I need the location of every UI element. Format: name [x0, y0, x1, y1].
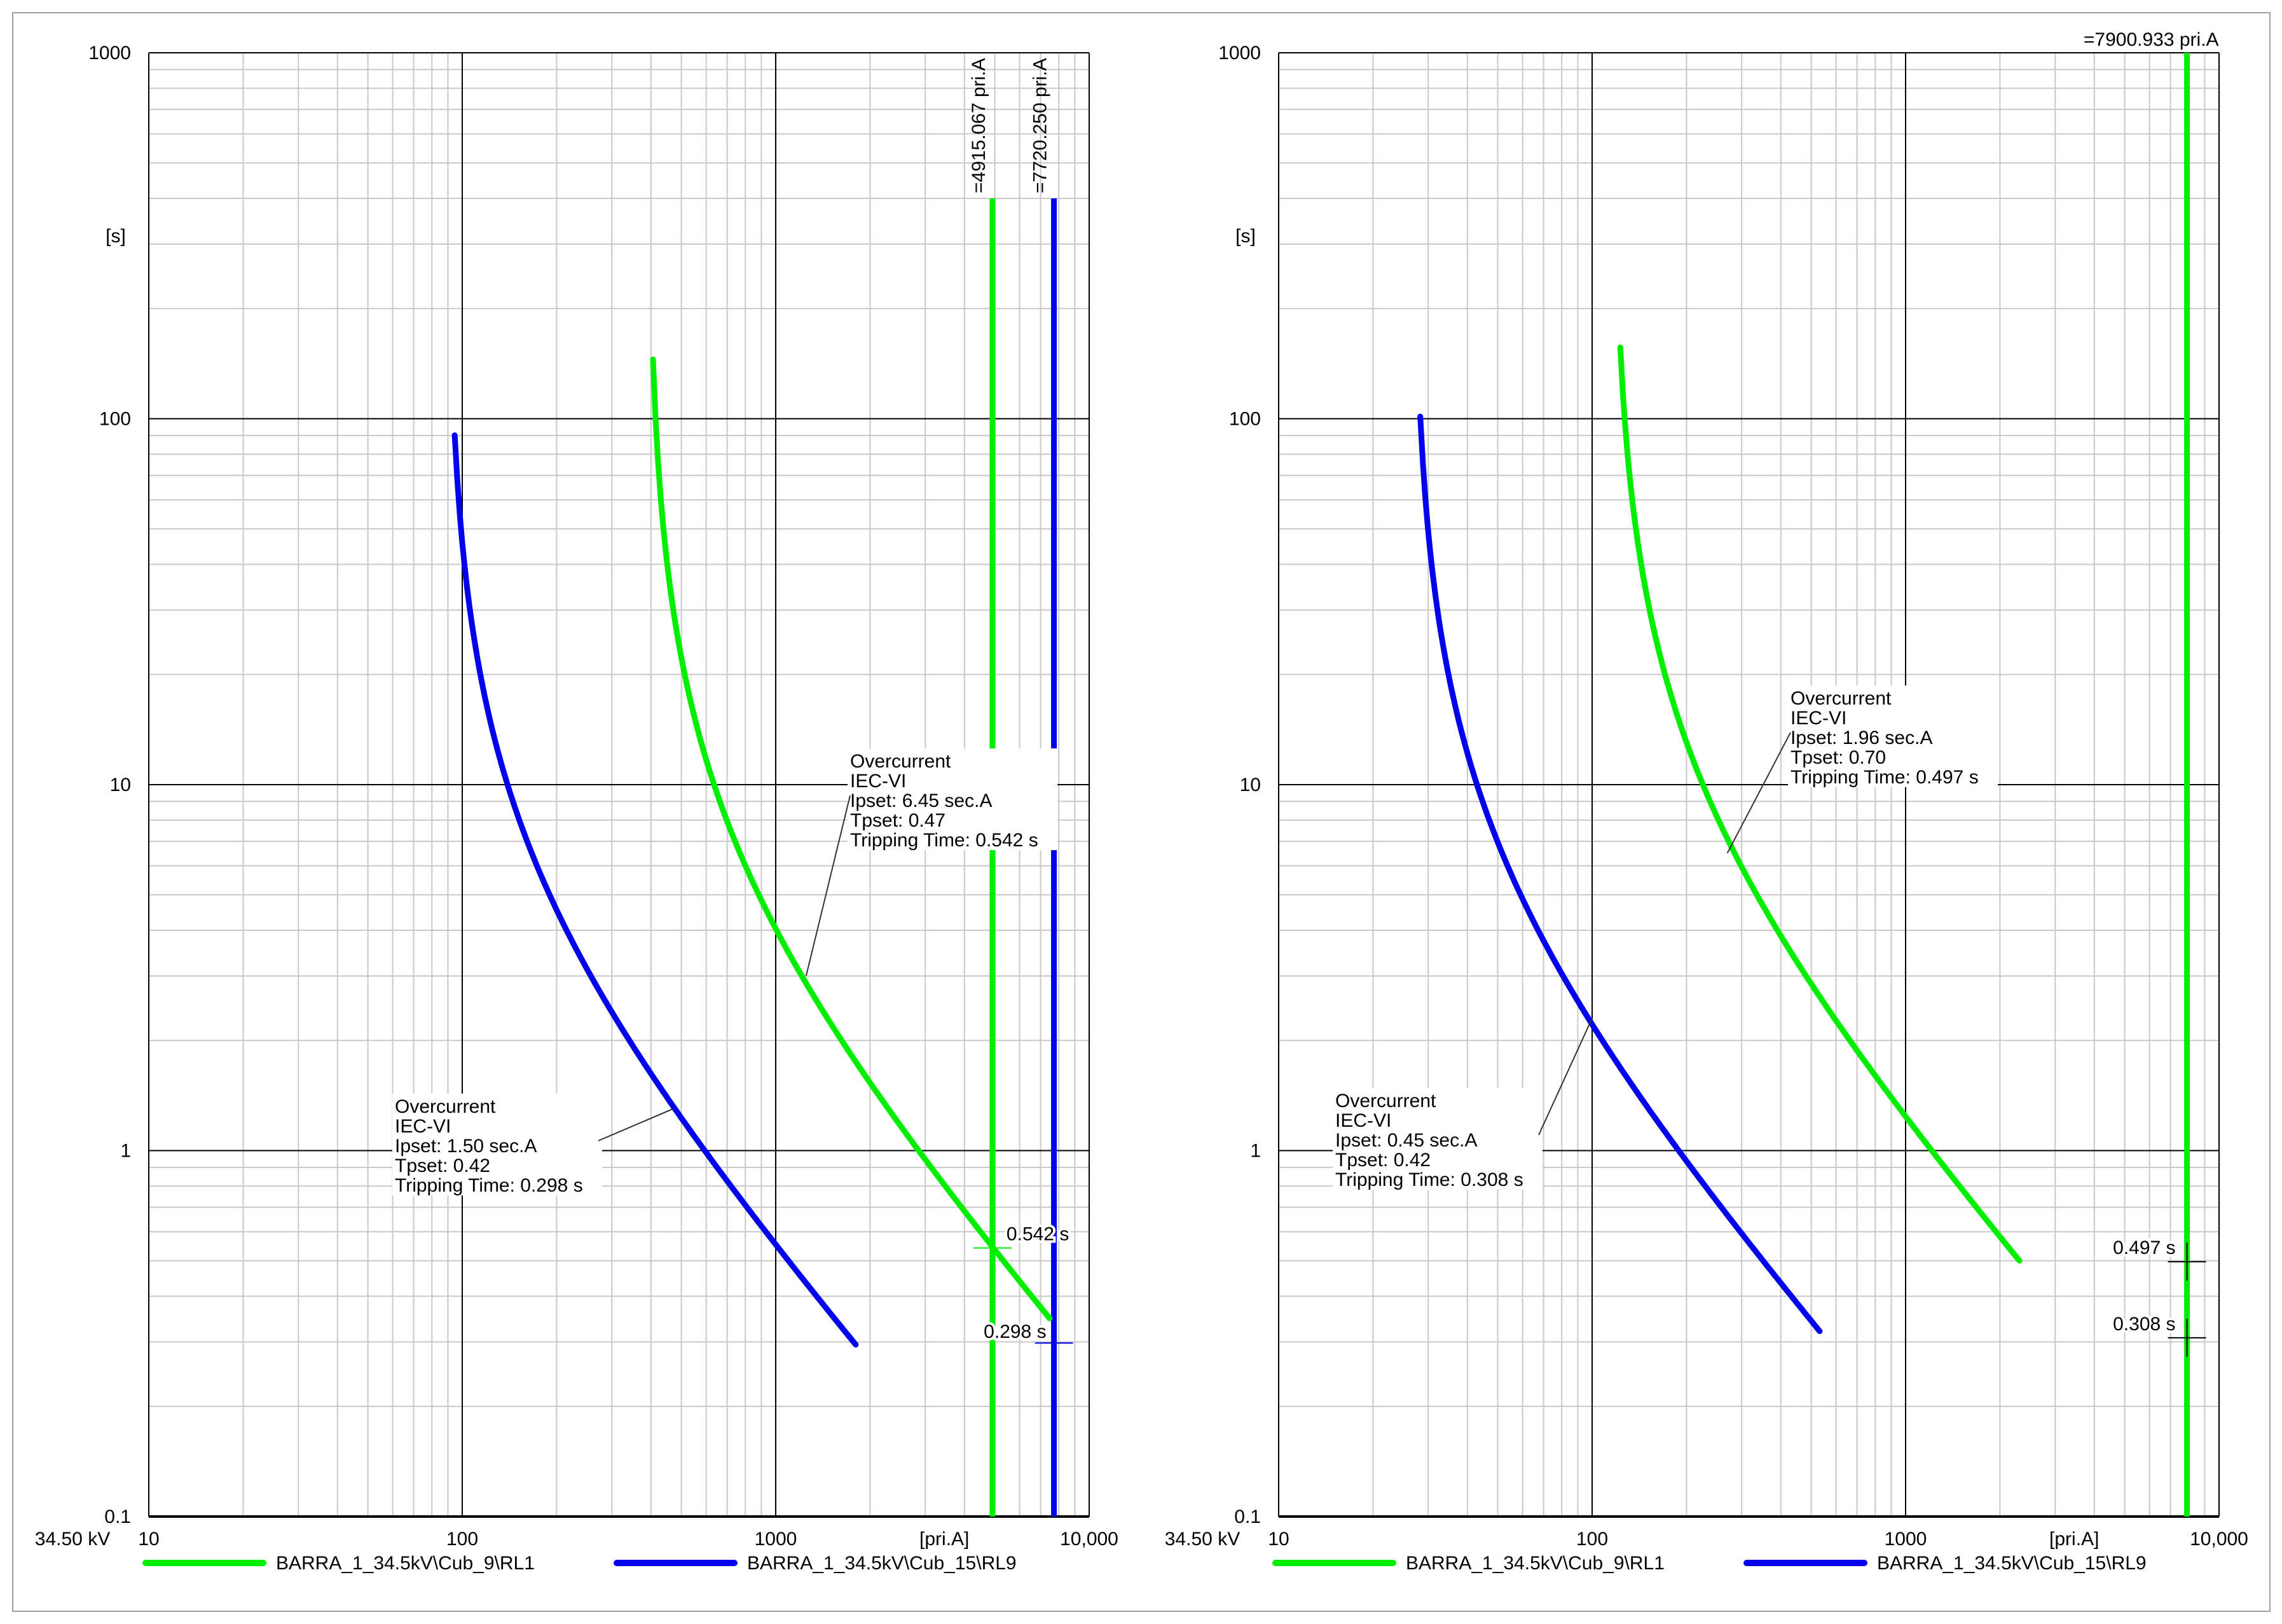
x-axis-label: [pri.A]	[919, 1529, 969, 1550]
legend-label: BARRA_1_34.5kV\Cub_15\RL9	[747, 1553, 1017, 1574]
y-tick-label: 0.1	[104, 1506, 131, 1527]
y-tick-label: 100	[99, 409, 131, 430]
annotation-text-line: Ipset: 6.45 sec.A	[850, 790, 992, 811]
annotation-text-line: Ipset: 0.45 sec.A	[1335, 1130, 1477, 1151]
x-axis-label: [pri.A]	[2049, 1529, 2099, 1550]
coordination-chart-canvas: 0.1 1 10 100 1000 10 100 1000 10,000 [s] [pri.A] 34…	[12, 12, 2271, 1612]
annotation-text-line: Overcurrent	[850, 751, 951, 772]
legend-label: BARRA_1_34.5kV\Cub_9\RL1	[276, 1553, 535, 1574]
x-tick-label: 10	[1268, 1529, 1289, 1550]
time-marker-label: 0.497 s	[2113, 1237, 2175, 1258]
annotation-text-line: Tripping Time: 0.497 s	[1791, 767, 1979, 788]
time-marker-label: 0.542 s	[1007, 1224, 1069, 1245]
annotation-text-line: Tpset: 0.70	[1791, 747, 1886, 768]
annotation-text-line: Tpset: 0.42	[1335, 1150, 1431, 1171]
annotation-text-line: Overcurrent	[1335, 1091, 1436, 1111]
y-tick-label: 1000	[1218, 43, 1261, 64]
x-tick-label: 10,000	[2190, 1529, 2248, 1550]
x-tick-label: 10,000	[1060, 1529, 1118, 1550]
annotation-text-line: Tripping Time: 0.542 s	[850, 830, 1038, 851]
time-marker-label: 0.308 s	[2113, 1314, 2175, 1335]
annotation-text-line: IEC-VI	[1791, 708, 1846, 729]
vertical-line-label: =7900.933 pri.A	[2084, 29, 2219, 50]
annotation-text-line: Tripping Time: 0.298 s	[395, 1175, 583, 1196]
x-tick-label: 1000	[755, 1529, 797, 1550]
x-tick-label: 10	[138, 1529, 159, 1550]
y-tick-label: 0.1	[1234, 1506, 1261, 1527]
x-tick-label: 1000	[1885, 1529, 1927, 1550]
time-marker-label: 0.298 s	[984, 1321, 1046, 1342]
annotation-text-line: Ipset: 1.50 sec.A	[395, 1136, 537, 1157]
legend-label: BARRA_1_34.5kV\Cub_9\RL1	[1406, 1553, 1665, 1574]
vertical-line-label: =4915.067 pri.A	[968, 58, 989, 193]
y-tick-label: 1	[1250, 1141, 1261, 1162]
annotation-text-line: Tripping Time: 0.308 s	[1335, 1169, 1523, 1190]
y-tick-label: 10	[1240, 774, 1261, 795]
y-axis-label: [s]	[1235, 226, 1256, 247]
annotation-text-line: IEC-VI	[1335, 1110, 1391, 1131]
outer-frame	[12, 12, 2271, 1612]
x-tick-label: 100	[1576, 1529, 1608, 1550]
annotation-text-line: Ipset: 1.96 sec.A	[1791, 727, 1932, 748]
vertical-line-label: =7720.250 pri.A	[1030, 58, 1051, 193]
legend-label: BARRA_1_34.5kV\Cub_15\RL9	[1877, 1553, 2147, 1574]
annotation-text-line: IEC-VI	[395, 1116, 451, 1137]
voltage-label: 34.50 kV	[35, 1529, 110, 1550]
annotation-text-line: Tpset: 0.42	[395, 1155, 490, 1176]
voltage-label: 34.50 kV	[1165, 1529, 1240, 1550]
annotation-text-line: Tpset: 0.47	[850, 810, 945, 831]
annotation-text-line: Overcurrent	[1791, 688, 1892, 709]
y-tick-label: 1000	[88, 43, 131, 64]
y-tick-label: 10	[110, 774, 131, 795]
annotation-text-line: Overcurrent	[395, 1096, 496, 1117]
x-tick-label: 100	[446, 1529, 478, 1550]
y-axis-label: [s]	[106, 226, 126, 247]
y-tick-label: 100	[1229, 409, 1261, 430]
annotation-text-line: IEC-VI	[850, 771, 906, 792]
y-tick-label: 1	[120, 1141, 131, 1162]
